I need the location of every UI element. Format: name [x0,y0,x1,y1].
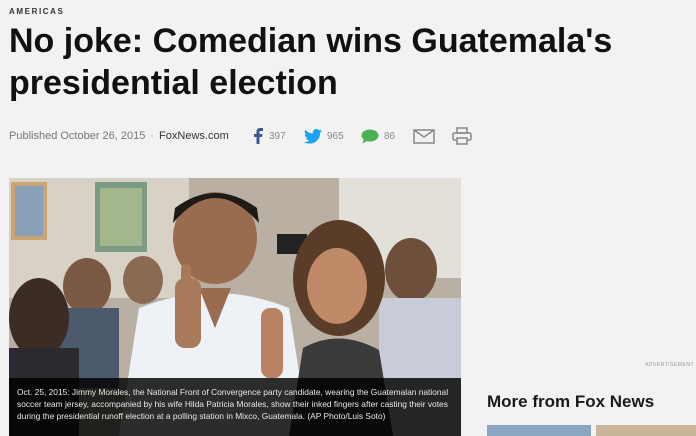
print-button[interactable] [452,126,472,146]
facebook-share-button[interactable]: 397 [252,126,286,146]
photo-caption: Oct. 25, 2015: Jimmy Morales, the Nation… [9,378,461,436]
twitter-share-button[interactable]: 965 [304,126,344,146]
advertisement-label: ADVERTISEMENT [645,362,694,368]
facebook-icon [254,128,263,144]
publish-date: Published October 26, 2015 [9,130,146,142]
email-share-button[interactable] [413,126,435,146]
article-photo[interactable]: Oct. 25, 2015: Jimmy Morales, the Nation… [9,178,461,436]
facebook-count: 397 [269,130,286,142]
comments-count: 86 [384,130,396,142]
email-icon [413,128,435,144]
related-story-thumbnail[interactable] [596,425,696,436]
article-page: AMERICAS No joke: Comedian wins Guatemal… [0,0,696,436]
section-label[interactable]: AMERICAS [9,7,64,16]
more-from-heading: More from Fox News [487,392,655,411]
twitter-icon [304,128,322,144]
related-story-thumbnail[interactable] [487,425,591,436]
twitter-count: 965 [327,130,344,142]
comment-icon [361,129,379,143]
article-meta: Published October 26, 2015 · FoxNews.com [9,126,229,146]
article-source[interactable]: FoxNews.com [159,130,229,142]
print-icon [452,127,472,145]
article-headline: No joke: Comedian wins Guatemala's presi… [9,22,613,102]
comments-button[interactable]: 86 [361,126,395,146]
meta-separator: · [150,130,155,142]
